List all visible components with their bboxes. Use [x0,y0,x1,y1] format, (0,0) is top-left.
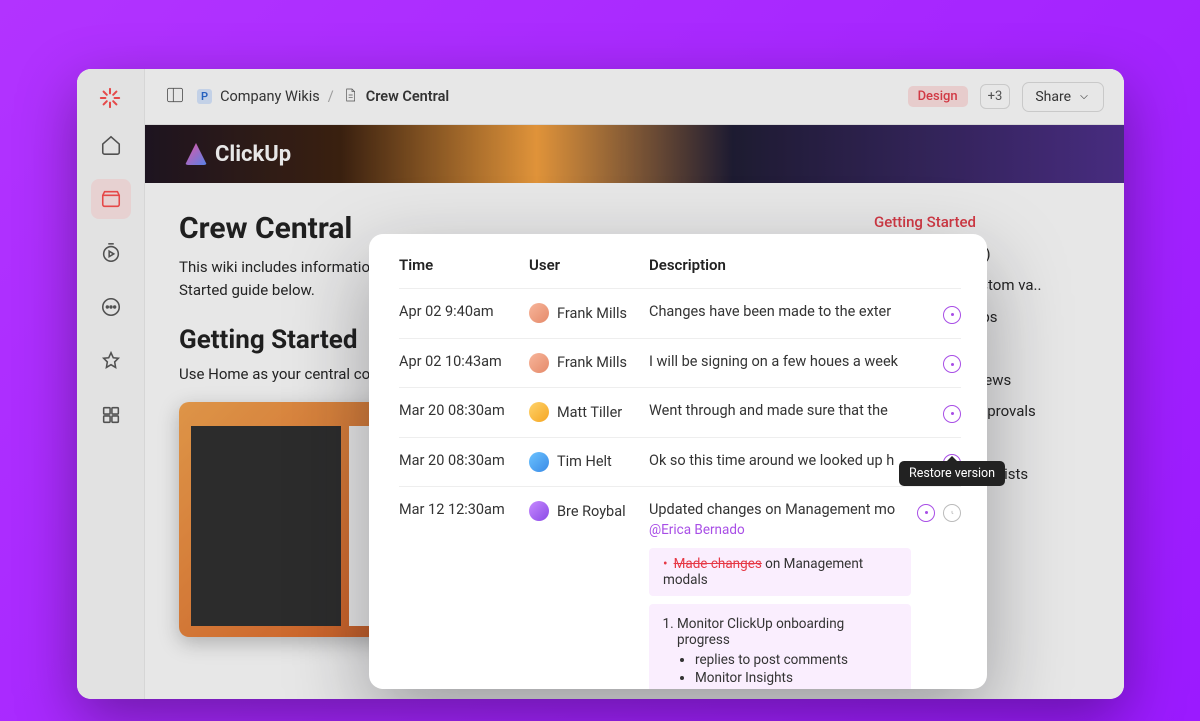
tag-more-count[interactable]: +3 [980,84,1011,109]
row-menu-button[interactable] [917,504,935,522]
avatar [529,353,549,373]
brand-logo: ClickUp [185,142,291,167]
version-row[interactable]: Mar 20 08:30amTim HeltOk so this time ar… [399,437,961,487]
diff-block: Monitor ClickUp onboarding progressrepli… [649,604,911,689]
chevron-down-icon [1077,90,1091,104]
version-row[interactable]: Mar 12 12:30amBre RoybalUpdated changes … [399,487,961,690]
version-description: Updated changes on Management mo@Erica B… [649,487,911,690]
space-badge: P [197,89,212,104]
row-menu-button[interactable] [943,306,961,324]
nav-home[interactable] [91,125,131,165]
breadcrumb-current[interactable]: Crew Central [366,88,449,105]
nav-timer[interactable] [91,233,131,273]
avatar [529,452,549,472]
version-row[interactable]: Mar 20 08:30amMatt TillerWent through an… [399,388,961,438]
version-description: Went through and made sure that the [649,388,911,438]
avatar [529,303,549,323]
version-description: Changes have been made to the exter [649,289,911,339]
top-bar: P Company Wikis / Crew Central Design +3… [145,69,1124,125]
nav-favorites[interactable] [91,341,131,381]
layout-toggle-icon[interactable] [165,85,185,109]
share-button[interactable]: Share [1022,82,1104,112]
restore-version-button[interactable] [943,504,961,522]
version-user: Tim Helt [529,437,649,487]
avatar [529,402,549,422]
version-time: Apr 02 9:40am [399,289,529,339]
nav-apps[interactable] [91,395,131,435]
tag-design[interactable]: Design [908,86,968,107]
avatar [529,501,549,521]
version-time: Mar 20 08:30am [399,388,529,438]
nav-more[interactable] [91,287,131,327]
row-menu-button[interactable] [943,355,961,373]
mention[interactable]: @Erica Bernado [649,522,911,538]
nav-rail [77,69,145,699]
app-logo [99,87,123,111]
row-menu-button[interactable] [943,405,961,423]
version-description: I will be signing on a few houes a week [649,338,911,388]
col-time: Time [399,256,529,289]
version-user: Matt Tiller [529,388,649,438]
version-description: Ok so this time around we looked up h [649,437,911,487]
version-time: Apr 02 10:43am [399,338,529,388]
version-row[interactable]: Apr 02 10:43amFrank MillsI will be signi… [399,338,961,388]
breadcrumb: P Company Wikis / Crew Central [197,87,449,107]
col-desc: Description [649,256,911,289]
version-time: Mar 20 08:30am [399,437,529,487]
version-time: Mar 12 12:30am [399,487,529,690]
version-user: Frank Mills [529,289,649,339]
version-history-modal: Time User Description Apr 02 9:40amFrank… [369,234,987,689]
nav-inbox[interactable] [91,179,131,219]
breadcrumb-parent[interactable]: Company Wikis [220,88,320,105]
version-row[interactable]: Apr 02 9:40amFrank MillsChanges have bee… [399,289,961,339]
tooltip-restore-version: Restore version [899,461,1005,486]
diff-block: •Made changes on Management modals [649,548,911,596]
version-user: Bre Roybal [529,487,649,690]
col-user: User [529,256,649,289]
version-user: Frank Mills [529,338,649,388]
doc-icon [342,87,358,107]
hero-banner: ClickUp [145,125,1124,183]
